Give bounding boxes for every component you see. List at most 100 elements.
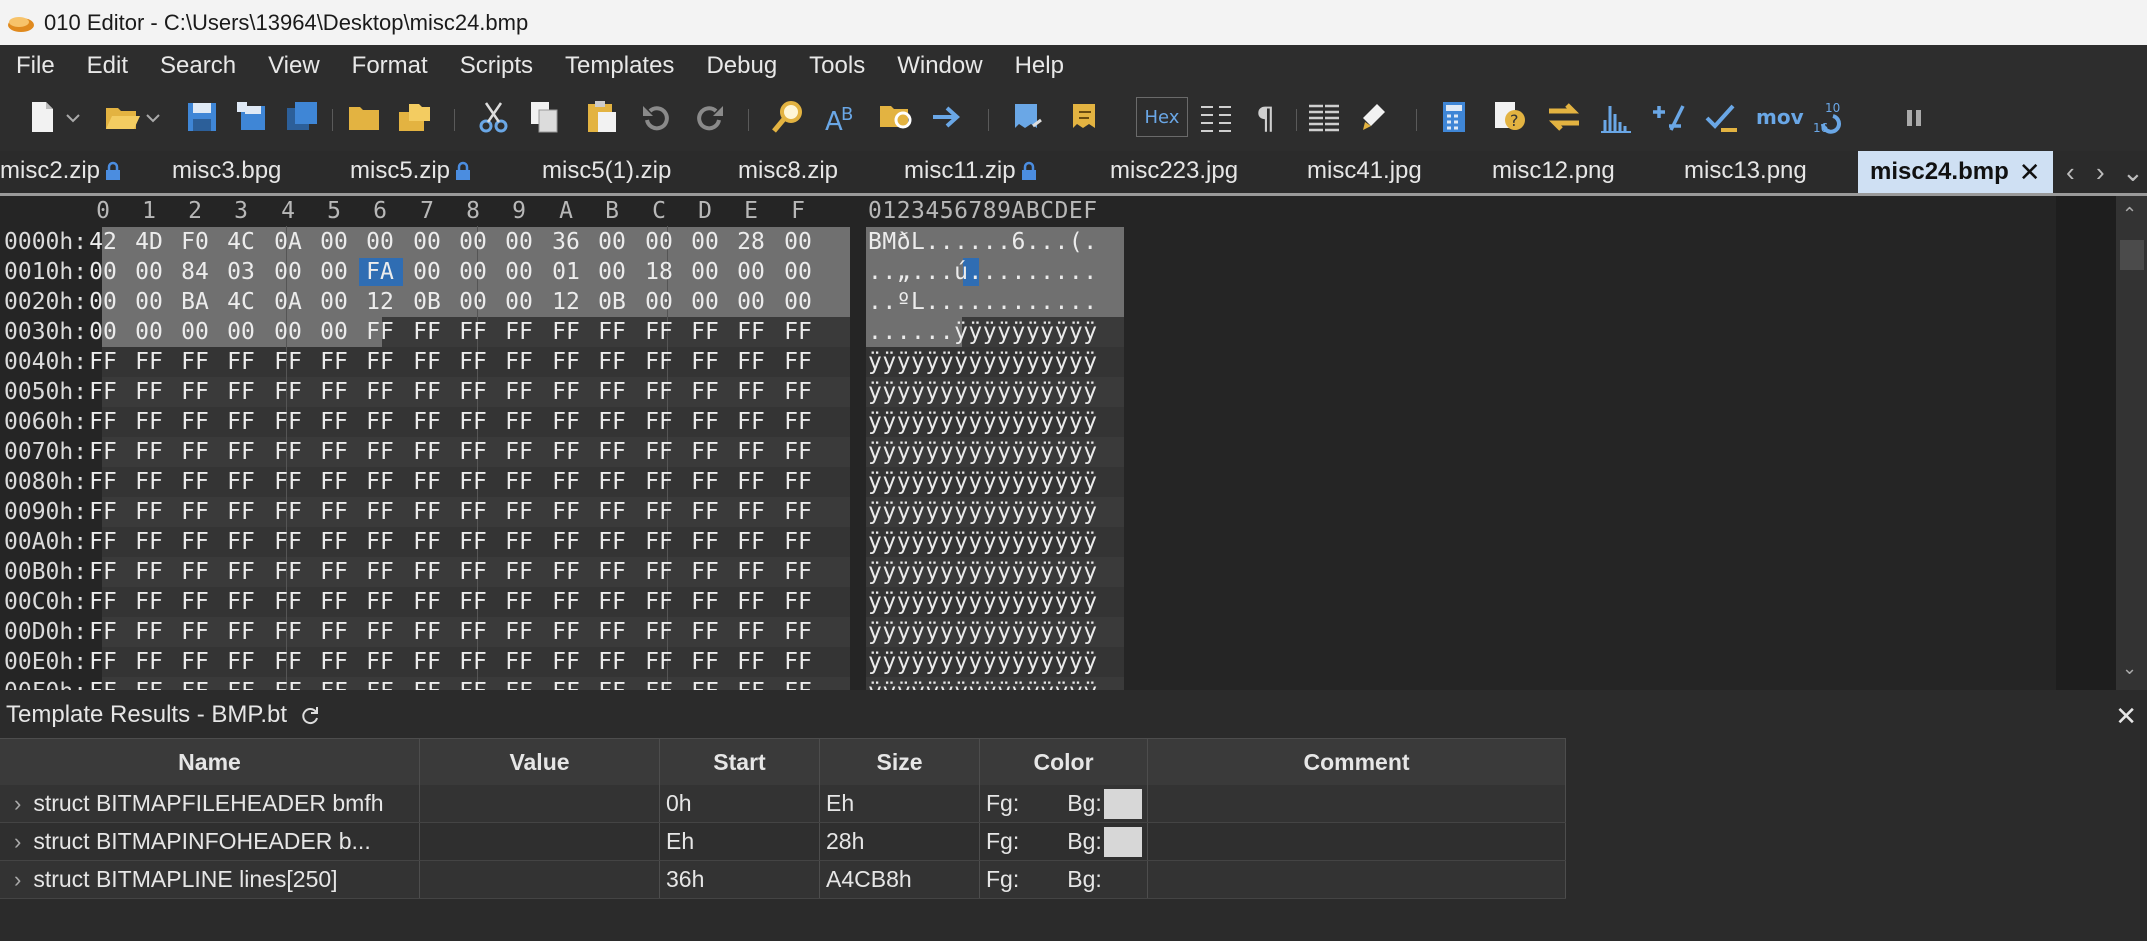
menu-scripts[interactable]: Scripts <box>444 52 549 80</box>
hex-byte[interactable]: FF <box>728 409 774 435</box>
hex-byte[interactable]: 00 <box>265 319 311 345</box>
hex-byte[interactable]: FF <box>404 379 450 405</box>
tab-misc41-jpg[interactable]: misc41.jpg <box>1307 157 1422 185</box>
hex-byte[interactable]: FF <box>218 349 264 375</box>
hex-byte[interactable]: 00 <box>218 319 264 345</box>
hex-byte[interactable]: FF <box>311 529 357 555</box>
calculator-icon[interactable] <box>1434 97 1474 137</box>
hex-byte[interactable]: FF <box>450 409 496 435</box>
hex-byte[interactable]: FF <box>682 379 728 405</box>
ascii-row[interactable]: ÿÿÿÿÿÿÿÿÿÿÿÿÿÿÿÿ <box>868 679 1098 690</box>
checksum-icon[interactable] <box>1648 97 1688 137</box>
hex-byte[interactable]: FF <box>450 319 496 345</box>
find-icon[interactable] <box>768 97 808 137</box>
menu-window[interactable]: Window <box>881 52 998 80</box>
table-row[interactable]: › struct BITMAPFILEHEADER bmfh 0h Eh Fg: Bg: <box>0 785 1566 823</box>
hex-byte[interactable]: FF <box>589 619 635 645</box>
hex-byte[interactable]: FF <box>357 409 403 435</box>
ascii-row[interactable]: ÿÿÿÿÿÿÿÿÿÿÿÿÿÿÿÿ <box>868 379 1098 405</box>
menu-view[interactable]: View <box>252 52 336 80</box>
hex-byte[interactable]: FF <box>265 469 311 495</box>
hex-byte[interactable]: FF <box>357 679 403 690</box>
hex-byte[interactable]: 00 <box>775 229 821 255</box>
hex-byte[interactable]: 4C <box>218 229 264 255</box>
hex-byte[interactable]: FF <box>775 499 821 525</box>
new-dropdown-icon[interactable] <box>62 97 84 137</box>
hex-byte[interactable]: FF <box>543 499 589 525</box>
expand-chevron-icon[interactable]: › <box>14 829 21 855</box>
tab-scroll-left-icon[interactable]: ‹ <box>2066 157 2075 188</box>
hex-byte[interactable]: FF <box>218 439 264 465</box>
hex-byte[interactable]: 00 <box>682 289 728 315</box>
hex-byte[interactable]: FF <box>404 439 450 465</box>
hex-byte[interactable]: 00 <box>775 259 821 285</box>
hex-byte[interactable]: 00 <box>450 259 496 285</box>
scrollbar-track[interactable] <box>2116 196 2147 690</box>
hex-byte[interactable]: FF <box>543 649 589 675</box>
menu-search[interactable]: Search <box>144 52 252 80</box>
hex-byte[interactable]: FF <box>543 679 589 690</box>
hex-byte[interactable]: FF <box>496 499 542 525</box>
hex-byte[interactable]: FF <box>543 559 589 585</box>
column-header-comment[interactable]: Comment <box>1148 739 1566 785</box>
hex-byte[interactable]: FF <box>404 619 450 645</box>
hex-byte[interactable]: FF <box>126 409 172 435</box>
hex-byte[interactable]: FF <box>218 409 264 435</box>
hex-byte[interactable]: FF <box>728 469 774 495</box>
hex-byte[interactable]: FF <box>450 679 496 690</box>
hex-byte[interactable]: FF <box>357 559 403 585</box>
hex-byte[interactable]: FF <box>543 589 589 615</box>
hex-byte[interactable]: FF <box>265 409 311 435</box>
bg-color-swatch[interactable] <box>1103 826 1142 857</box>
tab-misc11-zip[interactable]: misc11.zip <box>904 157 1040 185</box>
hex-byte[interactable]: 00 <box>496 259 542 285</box>
hex-byte[interactable]: 00 <box>450 289 496 315</box>
hex-byte[interactable]: 0A <box>265 289 311 315</box>
hex-byte[interactable]: FF <box>543 349 589 375</box>
hex-byte[interactable]: 4D <box>126 229 172 255</box>
hex-byte[interactable]: FF <box>682 349 728 375</box>
hex-byte[interactable]: FF <box>172 679 218 690</box>
hex-editor[interactable]: 0 1 2 3 4 5 6 7 8 9 A B C D E F 0123456789ABCDEF 0000h: 42… <box>0 196 2056 690</box>
refresh-icon[interactable] <box>299 704 321 726</box>
hex-byte[interactable]: FF <box>682 679 728 690</box>
hex-byte[interactable]: FF <box>265 589 311 615</box>
hex-byte[interactable]: FF <box>126 649 172 675</box>
ascii-row[interactable]: ÿÿÿÿÿÿÿÿÿÿÿÿÿÿÿÿ <box>868 589 1098 615</box>
hex-byte[interactable]: FF <box>172 559 218 585</box>
ascii-row[interactable]: ÿÿÿÿÿÿÿÿÿÿÿÿÿÿÿÿ <box>868 649 1098 675</box>
ascii-row[interactable]: ..„...ú......... <box>868 259 1098 285</box>
hex-byte[interactable]: 28 <box>728 229 774 255</box>
compare-icon[interactable] <box>1544 97 1584 137</box>
hex-byte[interactable]: FF <box>589 499 635 525</box>
hex-byte[interactable]: 00 <box>126 259 172 285</box>
hex-byte[interactable]: FF <box>311 439 357 465</box>
hex-byte[interactable]: FF <box>404 469 450 495</box>
hex-byte[interactable]: FF <box>218 679 264 690</box>
hex-byte[interactable]: FF <box>450 589 496 615</box>
hex-byte[interactable]: FF <box>450 499 496 525</box>
hex-byte[interactable]: FF <box>404 349 450 375</box>
paste-icon[interactable] <box>582 97 622 137</box>
redo-icon[interactable] <box>690 97 730 137</box>
hex-byte[interactable]: FF <box>265 619 311 645</box>
menu-file[interactable]: File <box>0 52 71 80</box>
hex-byte[interactable]: FF <box>450 469 496 495</box>
hex-byte[interactable]: FF <box>543 529 589 555</box>
hex-byte[interactable]: FF <box>636 439 682 465</box>
column-header-value[interactable]: Value <box>420 739 660 785</box>
pause-icon[interactable] <box>1894 97 1934 137</box>
hex-byte[interactable]: FF <box>311 679 357 690</box>
hex-byte[interactable]: FF <box>450 379 496 405</box>
hex-byte[interactable]: FF <box>265 349 311 375</box>
hex-byte[interactable]: FF <box>543 439 589 465</box>
hex-byte[interactable]: FF <box>126 559 172 585</box>
hex-byte[interactable]: FF <box>682 529 728 555</box>
hex-byte[interactable]: FF <box>589 529 635 555</box>
hex-byte[interactable]: 00 <box>404 229 450 255</box>
table-row[interactable]: › struct BITMAPLINE lines[250] 36h A4CB8h Fg… <box>0 861 1566 899</box>
copy-icon[interactable] <box>524 97 564 137</box>
cut-icon[interactable] <box>474 97 514 137</box>
hex-byte[interactable]: FA <box>357 259 403 285</box>
hex-byte[interactable]: FF <box>682 619 728 645</box>
